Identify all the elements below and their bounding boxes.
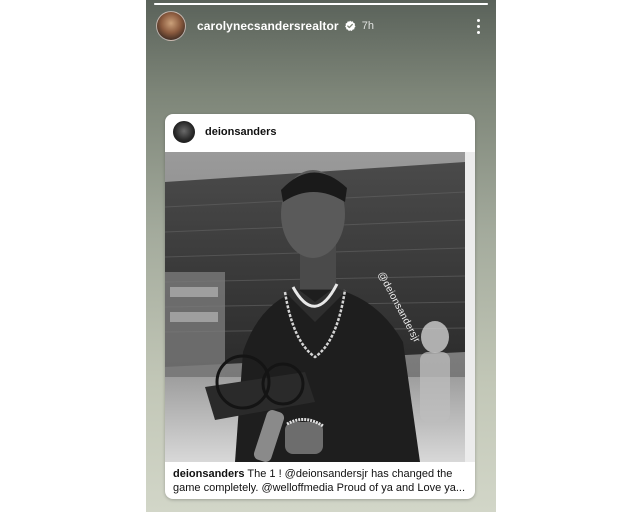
story-progress-fill: [154, 3, 488, 5]
post-photo[interactable]: @deionsandersjr: [165, 152, 465, 462]
more-dot: [476, 30, 480, 34]
caption-text-line2: game completely. @welloffmedia Proud of …: [173, 482, 466, 494]
shared-post-header: deionsanders: [165, 114, 475, 150]
more-dot: [476, 24, 480, 28]
post-author-username[interactable]: deionsanders: [205, 126, 277, 138]
story-author-avatar[interactable]: [156, 11, 186, 41]
story-timestamp: 7h: [361, 20, 374, 32]
story-header: carolynecsandersrealtor 7h: [156, 11, 486, 41]
verified-check-icon: [344, 20, 356, 31]
more-dot: [476, 18, 480, 22]
story-view[interactable]: carolynecsandersrealtor 7h deionsanders: [146, 0, 496, 512]
post-author-avatar[interactable]: [173, 121, 195, 143]
caption-text-line1: The 1 ! @deionsandersjr has changed the: [244, 468, 453, 480]
photo-edge-divider: [465, 152, 475, 462]
story-author-username[interactable]: carolynecsandersrealtor: [197, 19, 339, 33]
caption-username[interactable]: deionsanders: [173, 468, 245, 480]
post-caption: deionsanders The 1 ! @deionsandersjr has…: [173, 467, 467, 495]
more-vertical-icon[interactable]: [470, 16, 486, 36]
shared-post-card[interactable]: deionsanders @deionsandersjr deionsander…: [165, 114, 475, 499]
post-photo-image: [165, 152, 465, 462]
story-progress-bar: [154, 3, 488, 5]
